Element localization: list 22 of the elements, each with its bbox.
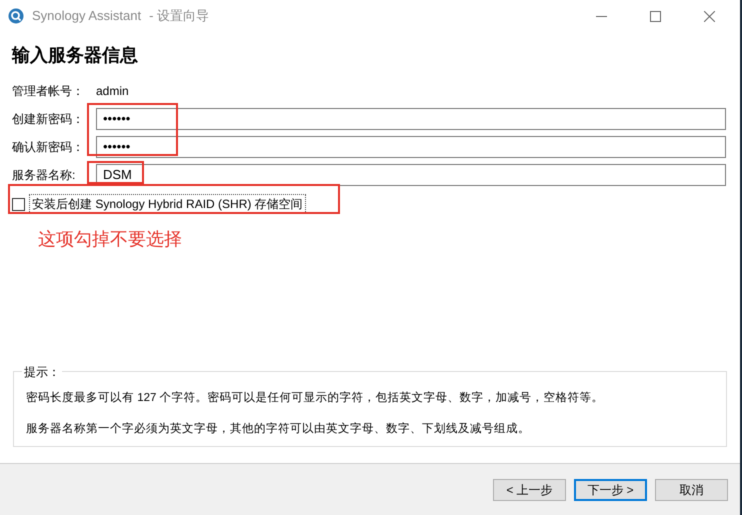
window-subtitle: - 设置向导 <box>149 7 210 26</box>
field-label: 创建新密码： <box>12 111 85 128</box>
field-label: 服务器名称: <box>12 167 76 184</box>
page-heading: 输入服务器信息 <box>10 44 139 68</box>
wizard-button[interactable]: 下一步 > <box>574 478 647 500</box>
hint-text: 密码长度最多可以有 127 个字符。密码可以是任何可显示的字符，包括英文字母、数字，加减号，空格符等。 <box>26 390 605 406</box>
field-label: 确认新密码： <box>12 139 85 156</box>
wizard-button[interactable]: < 上一步 <box>493 478 566 500</box>
checkbox-label: 安装后创建 Synology Hybrid RAID (SHR) 存储空间 <box>29 194 306 214</box>
window-title: Synology Assistant <box>32 7 142 26</box>
annotation-text: 这项勾掉不要选择 <box>38 228 183 251</box>
checkbox[interactable] <box>12 198 25 210</box>
hint-text: 服务器名称第一个字必须为英文字母，其他的字符可以由英文字母、数字、下划线及减号组成。 <box>26 421 531 437</box>
close-icon <box>704 10 714 22</box>
input-field[interactable]: •••••• <box>96 108 726 130</box>
maximize-icon <box>650 10 660 22</box>
app-logo-icon <box>8 8 24 24</box>
account-value: admin <box>96 83 129 100</box>
input-field[interactable]: •••••• <box>96 136 726 158</box>
field-label: 管理者帐号： <box>12 83 85 100</box>
wizard-button[interactable]: 取消 <box>655 478 728 500</box>
input-field[interactable]: DSM <box>96 164 726 186</box>
